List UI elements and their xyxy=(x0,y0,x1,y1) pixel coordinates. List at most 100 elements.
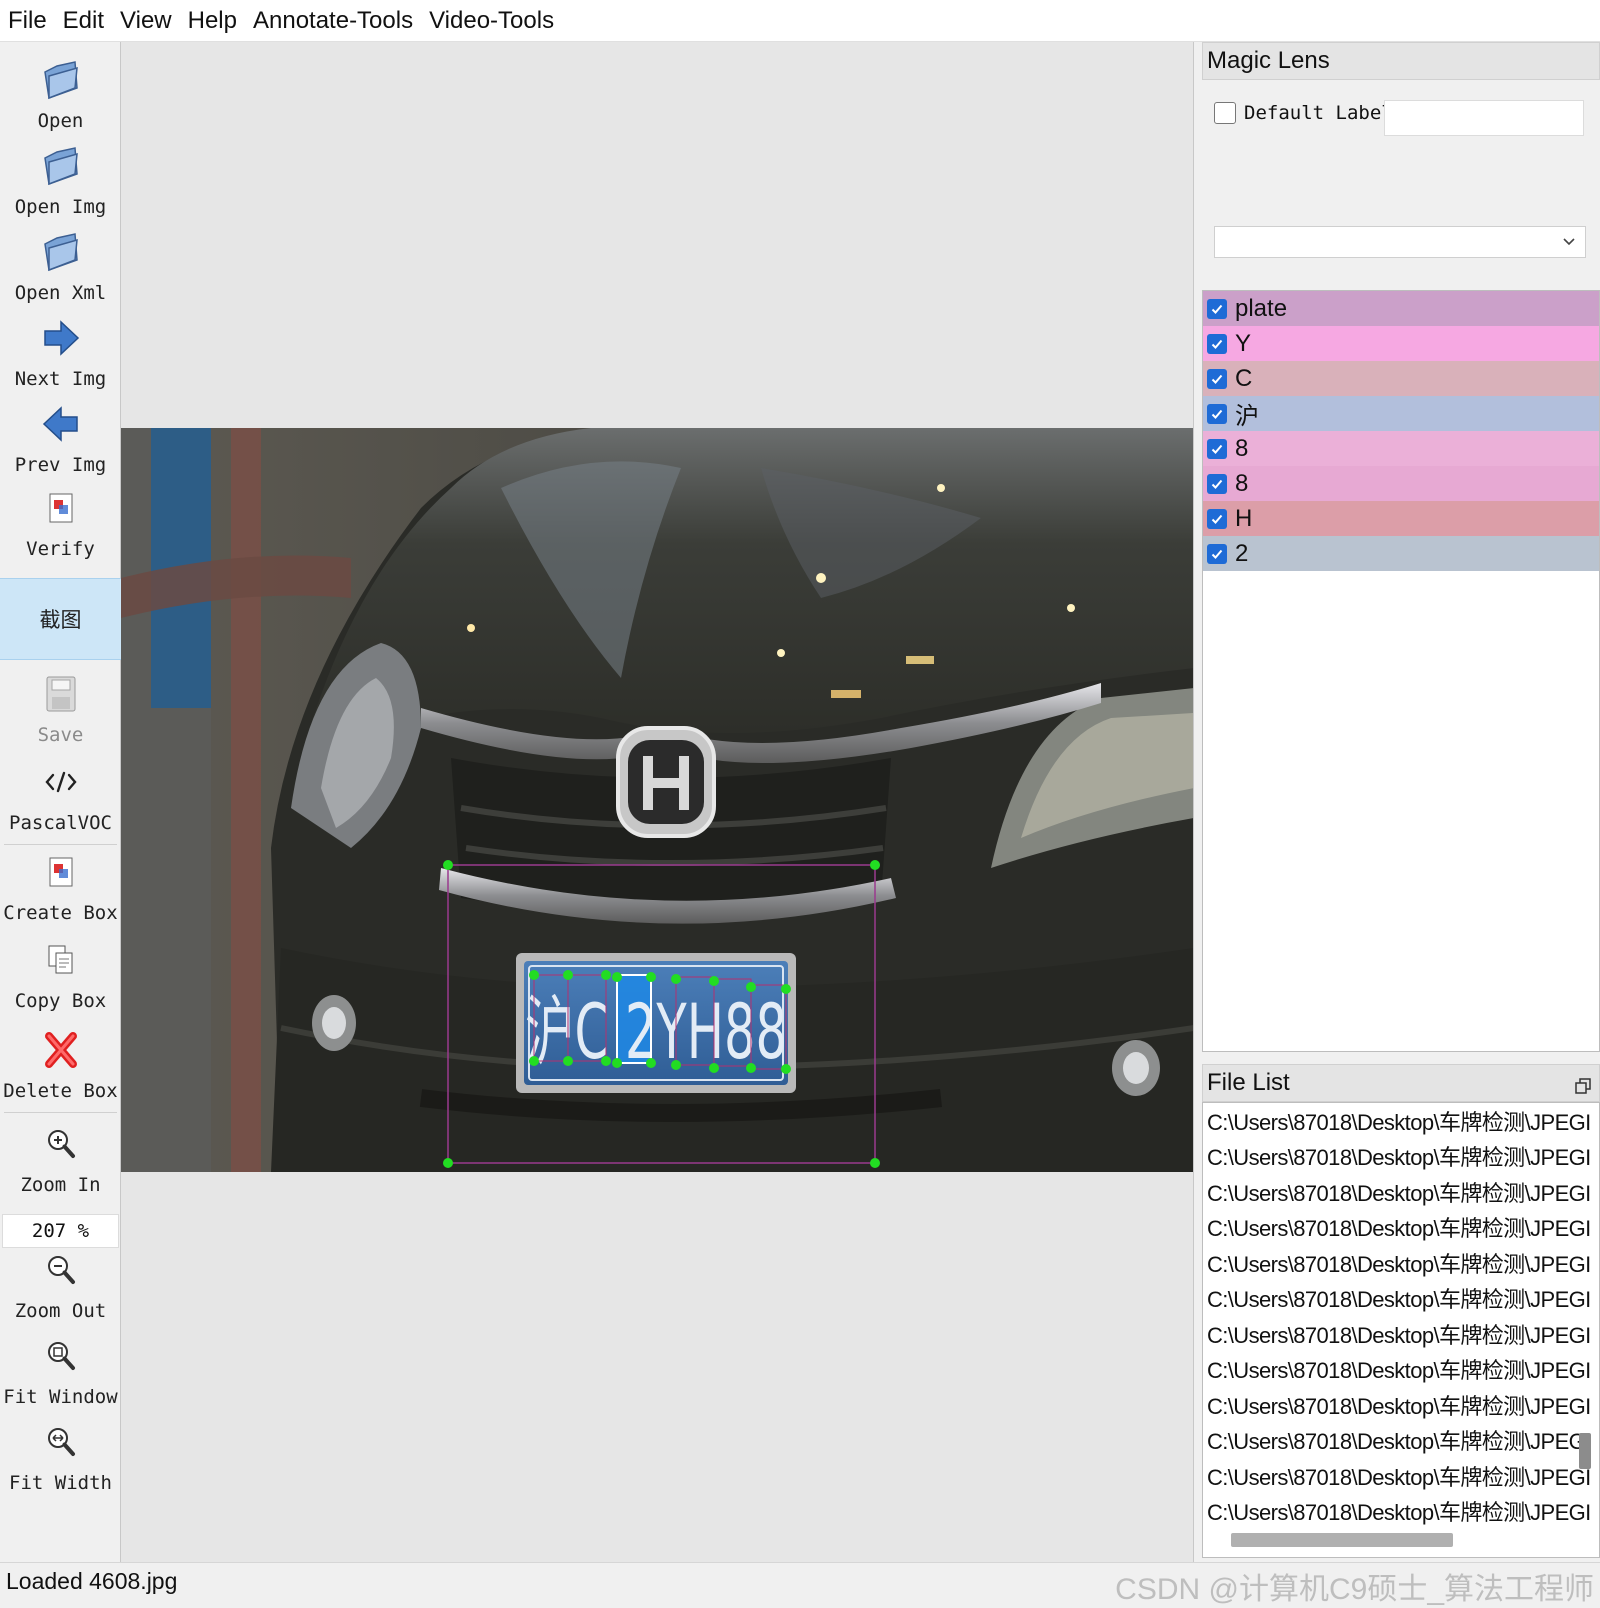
file-list: C:\Users\87018\Desktop\车牌检测\JPEGI C:\User… xyxy=(1202,1102,1600,1558)
checkbox-checked-icon[interactable] xyxy=(1207,473,1227,494)
checkbox-checked-icon[interactable] xyxy=(1207,508,1227,529)
label-item[interactable]: 8 xyxy=(1203,466,1599,501)
zoom-out-button[interactable]: Zoom Out xyxy=(0,1246,121,1322)
fit-window-icon xyxy=(45,1332,77,1380)
menu-file[interactable]: File xyxy=(0,0,55,42)
create-box-icon xyxy=(46,848,76,896)
format-label: PascalVOC xyxy=(9,812,112,834)
file-list-item[interactable]: C:\Users\87018\Desktop\车牌检测\JPEGI xyxy=(1203,1316,1599,1352)
next-img-button[interactable]: Next Img xyxy=(0,314,121,390)
checkbox-checked-icon[interactable] xyxy=(1207,543,1227,564)
file-list-item[interactable]: C:\Users\87018\Desktop\车牌检测\JPEGI xyxy=(1203,1494,1599,1530)
prev-img-button[interactable]: Prev Img xyxy=(0,400,121,476)
next-img-label: Next Img xyxy=(14,368,107,390)
label-item-text: 沪 xyxy=(1235,403,1259,430)
default-label-text: Default Label xyxy=(1244,102,1393,124)
label-item[interactable]: 2 xyxy=(1203,536,1599,571)
file-list-item[interactable]: C:\Users\87018\Desktop\车牌检测\JPEGI xyxy=(1203,1387,1599,1423)
default-label-input[interactable] xyxy=(1384,100,1584,136)
label-item-text: 8 xyxy=(1235,434,1249,462)
folder-icon xyxy=(41,56,81,104)
open-xml-button[interactable]: Open Xml xyxy=(0,228,121,304)
save-disk-icon xyxy=(45,670,77,718)
zoom-in-button[interactable]: Zoom In xyxy=(0,1120,121,1196)
checkbox-checked-icon[interactable] xyxy=(1207,298,1227,319)
undock-icon[interactable] xyxy=(1575,1074,1591,1102)
menu-help[interactable]: Help xyxy=(180,0,245,42)
file-list-item[interactable]: C:\Users\87018\Desktop\车牌检测\JPEGI xyxy=(1203,1245,1599,1281)
fit-width-icon xyxy=(45,1418,77,1466)
delete-x-icon xyxy=(43,1026,79,1074)
horizontal-scrollbar[interactable] xyxy=(1231,1533,1453,1547)
zoom-out-icon xyxy=(45,1246,77,1294)
label-item[interactable]: 8 xyxy=(1203,431,1599,466)
file-list-item[interactable]: C:\Users\87018\Desktop\车牌检测\JPEGI xyxy=(1203,1352,1599,1388)
label-item-text: 2 xyxy=(1235,539,1249,567)
open-button[interactable]: Open xyxy=(0,56,121,132)
checkbox-checked-icon[interactable] xyxy=(1207,333,1227,354)
label-list: plate Y C 沪 8 8 H 2 xyxy=(1202,290,1600,1052)
checkbox-checked-icon[interactable] xyxy=(1207,368,1227,389)
code-icon xyxy=(44,758,78,806)
annotation-canvas[interactable]: 沪C 2YH88 xyxy=(121,42,1194,1562)
delete-box-button[interactable]: Delete Box xyxy=(0,1026,121,1102)
save-label: Save xyxy=(37,724,84,746)
verify-label: Verify xyxy=(26,538,95,560)
zoom-in-label: Zoom In xyxy=(20,1174,101,1196)
save-button[interactable]: Save xyxy=(0,670,121,746)
label-item[interactable]: Y xyxy=(1203,326,1599,361)
format-button[interactable]: PascalVOC xyxy=(0,758,121,834)
file-list-item[interactable]: C:\Users\87018\Desktop\车牌检测\JPEGI xyxy=(1203,1458,1599,1494)
label-item[interactable]: 沪 xyxy=(1203,396,1599,431)
chevron-down-icon xyxy=(1561,233,1577,254)
file-list-item[interactable]: C:\Users\87018\Desktop\车牌检测\JPEGI xyxy=(1203,1210,1599,1246)
status-text: Loaded 4608.jpg xyxy=(6,1568,178,1594)
file-list-item[interactable]: C:\Users\87018\Desktop\车牌检测\JPEGI xyxy=(1203,1103,1599,1139)
copy-box-label: Copy Box xyxy=(14,990,107,1012)
label-combo-box[interactable] xyxy=(1214,226,1586,258)
checkbox-checked-icon[interactable] xyxy=(1207,403,1227,424)
fit-width-label: Fit Width xyxy=(9,1472,112,1494)
file-list-item[interactable]: C:\Users\87018\Desktop\车牌检测\JPEGI xyxy=(1203,1281,1599,1317)
file-list-item[interactable]: C:\Users\87018\Desktop\车牌检测\JPEGI xyxy=(1203,1139,1599,1175)
menu-bar: File Edit View Help Annotate-Tools Video… xyxy=(0,0,1600,42)
open-label: Open xyxy=(37,110,84,132)
create-box-button[interactable]: Create Box xyxy=(0,848,121,924)
file-list-item[interactable]: C:\Users\87018\Desktop\车牌检测\JPEGI xyxy=(1203,1174,1599,1210)
zoom-in-icon xyxy=(45,1120,77,1168)
verify-icon xyxy=(46,484,76,532)
toolbar-divider xyxy=(4,844,117,845)
zoom-value-field[interactable]: 207 % xyxy=(2,1214,119,1248)
menu-edit[interactable]: Edit xyxy=(55,0,112,42)
fit-width-button[interactable]: Fit Width xyxy=(0,1418,121,1494)
label-item-text: C xyxy=(1235,364,1253,392)
vertical-scrollbar[interactable] xyxy=(1579,1433,1591,1469)
fit-window-button[interactable]: Fit Window xyxy=(0,1332,121,1408)
file-list-item[interactable]: C:\Users\87018\Desktop\车牌检测\JPEGI xyxy=(1203,1423,1599,1459)
label-item[interactable]: H xyxy=(1203,501,1599,536)
prev-img-label: Prev Img xyxy=(14,454,107,476)
menu-view[interactable]: View xyxy=(112,0,180,42)
car-image: 沪C 2YH88 xyxy=(121,428,1193,1172)
label-item[interactable]: plate xyxy=(1203,291,1599,326)
toolbar-divider xyxy=(4,1112,117,1113)
magic-lens-title: Magic Lens xyxy=(1202,42,1600,80)
verify-button[interactable]: Verify xyxy=(0,484,121,560)
open-img-button[interactable]: Open Img xyxy=(0,142,121,218)
open-img-label: Open Img xyxy=(14,196,107,218)
folder-icon xyxy=(41,228,81,276)
checkbox-icon xyxy=(1214,102,1236,124)
label-item[interactable]: C xyxy=(1203,361,1599,396)
label-item-text: Y xyxy=(1235,329,1252,357)
toolbar: Open Open Img Open Xml Next Img Prev Img… xyxy=(0,42,121,1562)
copy-box-button[interactable]: Copy Box xyxy=(0,936,121,1012)
arrow-right-icon xyxy=(41,314,81,362)
menu-video-tools[interactable]: Video-Tools xyxy=(421,0,562,42)
default-label-checkbox[interactable]: Default Label xyxy=(1214,102,1393,124)
menu-annotate-tools[interactable]: Annotate-Tools xyxy=(245,0,421,42)
fit-window-label: Fit Window xyxy=(3,1386,118,1408)
copy-icon xyxy=(46,936,76,984)
screenshot-button[interactable]: 截图 xyxy=(0,578,121,660)
checkbox-checked-icon[interactable] xyxy=(1207,438,1227,459)
zoom-out-label: Zoom Out xyxy=(14,1300,107,1322)
